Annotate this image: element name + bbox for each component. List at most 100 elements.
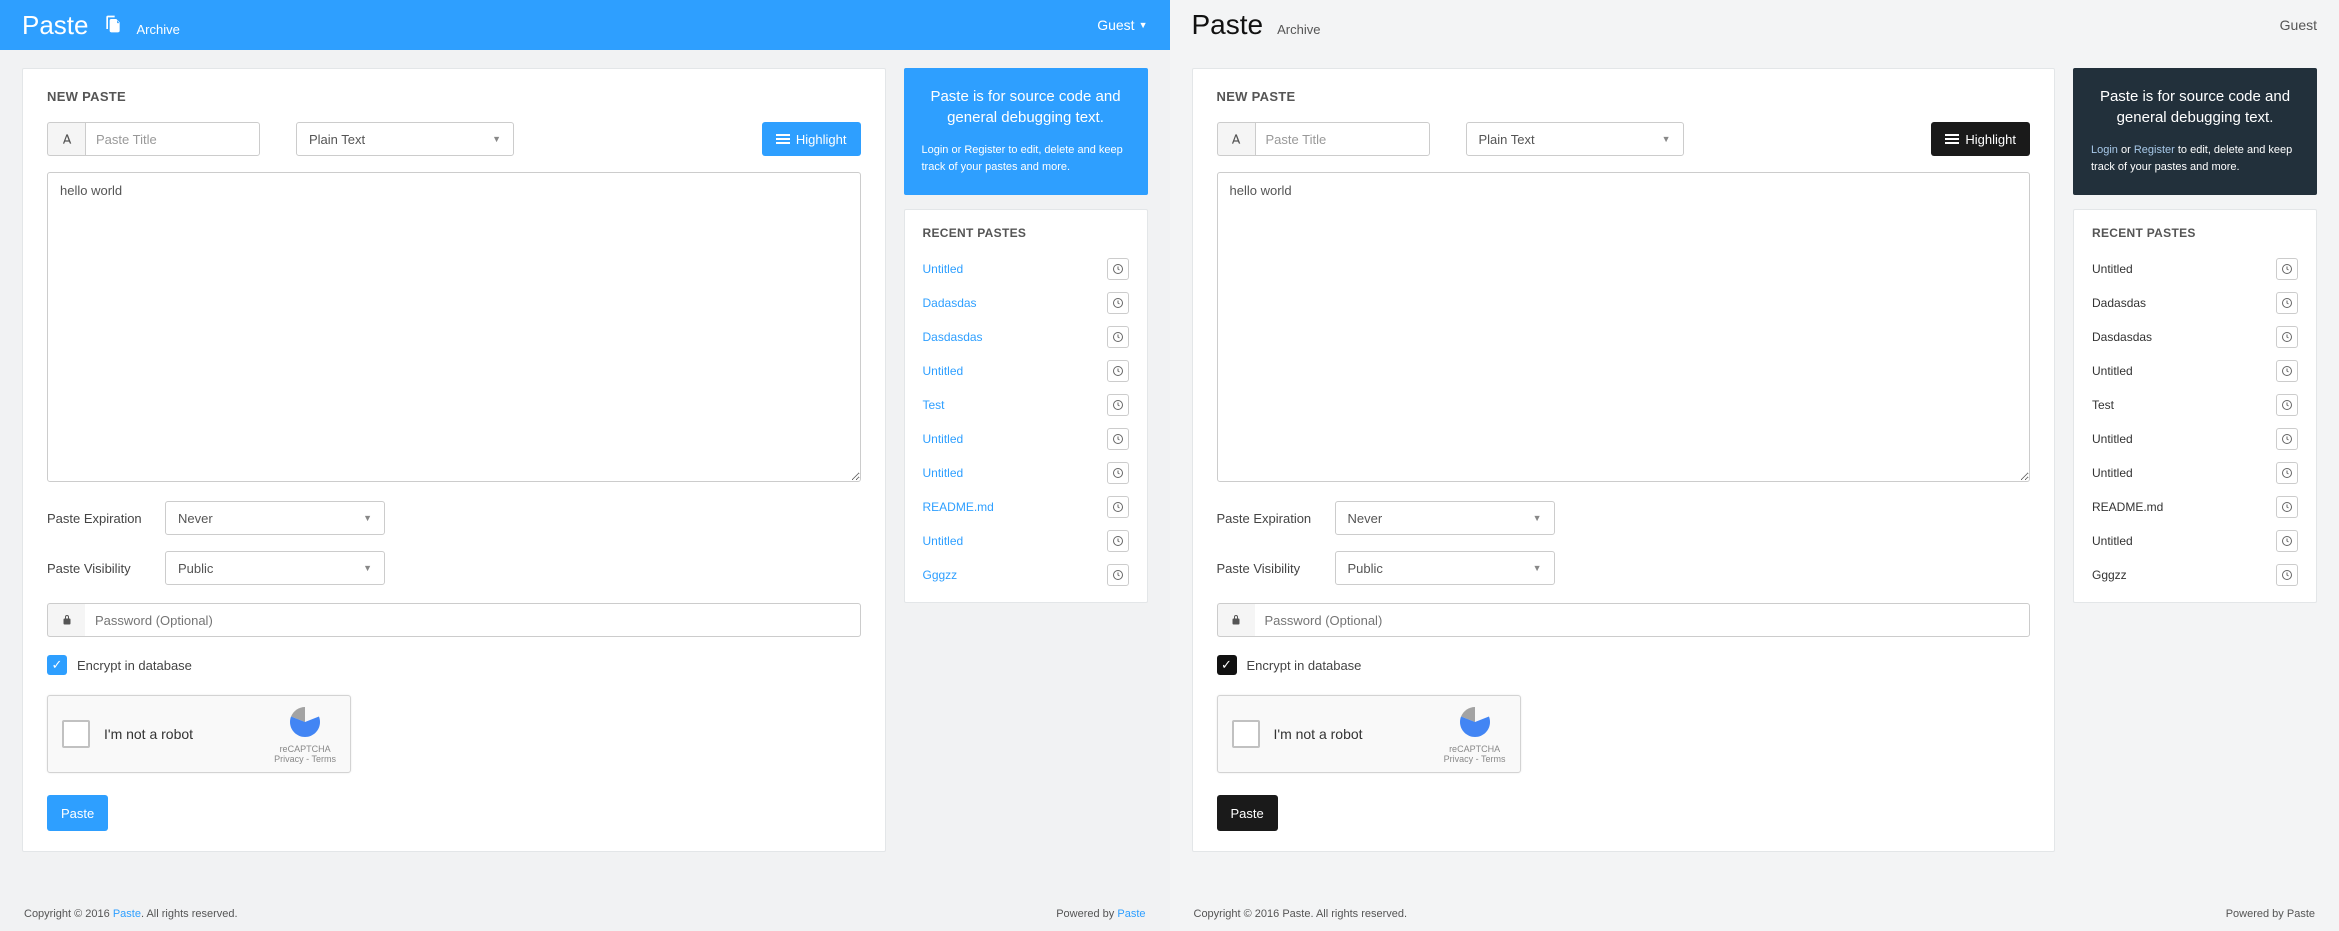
recent-time-button[interactable] (2276, 530, 2298, 552)
syntax-select[interactable]: Plain Text ▼ (296, 122, 514, 156)
submit-paste-button[interactable]: Paste (1217, 795, 1278, 831)
recent-time-button[interactable] (2276, 394, 2298, 416)
password-input[interactable] (85, 603, 861, 637)
guest-label: Guest (1097, 17, 1134, 33)
recent-link[interactable]: README.md (2092, 500, 2163, 514)
recent-time-button[interactable] (1107, 258, 1129, 280)
brand[interactable]: Paste (1192, 9, 1264, 41)
visibility-value: Public (178, 561, 213, 576)
paste-content-textarea[interactable] (47, 172, 861, 482)
recent-item: Untitled (2092, 456, 2298, 490)
register-link[interactable]: Register (2134, 144, 2175, 156)
nav-archive[interactable]: Archive (137, 22, 180, 37)
recent-link[interactable]: Untitled (923, 466, 964, 480)
recent-time-button[interactable] (2276, 564, 2298, 586)
highlight-button[interactable]: Highlight (762, 122, 861, 156)
clock-icon (1112, 399, 1124, 411)
nav-archive[interactable]: Archive (1277, 22, 1320, 37)
clock-icon (1112, 433, 1124, 445)
clock-icon (2281, 331, 2293, 343)
clock-icon (2281, 535, 2293, 547)
recent-time-button[interactable] (2276, 496, 2298, 518)
recent-time-button[interactable] (1107, 564, 1129, 586)
footer-brand-link[interactable]: Paste (113, 908, 141, 920)
recent-link[interactable]: Untitled (923, 432, 964, 446)
recent-link[interactable]: Dadasdas (2092, 296, 2146, 310)
password-input[interactable] (1255, 603, 2031, 637)
recent-time-button[interactable] (1107, 292, 1129, 314)
recent-time-button[interactable] (2276, 326, 2298, 348)
recent-time-button[interactable] (2276, 360, 2298, 382)
paste-title-input[interactable] (85, 122, 260, 156)
visibility-select[interactable]: Public ▼ (165, 551, 385, 585)
syntax-select[interactable]: Plain Text ▼ (1466, 122, 1684, 156)
chevron-down-icon: ▼ (1662, 134, 1671, 144)
highlight-label: Highlight (796, 132, 847, 147)
recent-link[interactable]: Untitled (923, 534, 964, 548)
expiration-select[interactable]: Never ▼ (165, 501, 385, 535)
syntax-selected: Plain Text (309, 132, 365, 147)
clock-icon (2281, 297, 2293, 309)
paste-title-input[interactable] (1255, 122, 1430, 156)
clock-icon (2281, 467, 2293, 479)
recent-item: Test (2092, 388, 2298, 422)
recent-link[interactable]: Untitled (2092, 432, 2133, 446)
recaptcha-checkbox[interactable] (1232, 720, 1260, 748)
recent-time-button[interactable] (1107, 496, 1129, 518)
recent-time-button[interactable] (1107, 326, 1129, 348)
nav-guest-dropdown[interactable]: Guest ▼ (1097, 17, 1147, 33)
recent-time-button[interactable] (1107, 360, 1129, 382)
highlight-button[interactable]: Highlight (1931, 122, 2030, 156)
recent-link[interactable]: Gggzz (2092, 568, 2127, 582)
visibility-select[interactable]: Public ▼ (1335, 551, 1555, 585)
recent-link[interactable]: Untitled (923, 262, 964, 276)
recent-link[interactable]: Gggzz (923, 568, 958, 582)
recent-link[interactable]: Dasdasdas (2092, 330, 2152, 344)
recent-time-button[interactable] (2276, 292, 2298, 314)
recent-link[interactable]: Test (923, 398, 945, 412)
card-title: NEW PASTE (47, 89, 861, 104)
recent-link[interactable]: README.md (923, 500, 994, 514)
submit-paste-button[interactable]: Paste (47, 795, 108, 831)
recent-time-button[interactable] (2276, 428, 2298, 450)
navbar-right: Paste Archive Guest (1170, 0, 2339, 50)
new-paste-card: NEW PASTE Plain Text ▼ Highlight (22, 68, 886, 852)
recent-time-button[interactable] (1107, 394, 1129, 416)
paste-content-textarea[interactable] (1217, 172, 2031, 482)
recent-time-button[interactable] (1107, 530, 1129, 552)
recent-link[interactable]: Untitled (923, 364, 964, 378)
expiration-select[interactable]: Never ▼ (1335, 501, 1555, 535)
info-subtitle: Login or Register to edit, delete and ke… (922, 142, 1130, 175)
recent-time-button[interactable] (2276, 462, 2298, 484)
recent-time-button[interactable] (1107, 462, 1129, 484)
encrypt-label: Encrypt in database (77, 658, 192, 673)
recent-link[interactable]: Test (2092, 398, 2114, 412)
register-link[interactable]: Register (964, 144, 1005, 156)
clock-icon (1112, 331, 1124, 343)
recent-time-button[interactable] (2276, 258, 2298, 280)
recent-link[interactable]: Untitled (2092, 262, 2133, 276)
recent-item: Dasdasdas (923, 320, 1129, 354)
visibility-label: Paste Visibility (47, 561, 151, 576)
recent-link[interactable]: Dasdasdas (923, 330, 983, 344)
recaptcha-checkbox[interactable] (62, 720, 90, 748)
paste-title-group (1217, 122, 1430, 156)
recent-link[interactable]: Untitled (2092, 534, 2133, 548)
brand[interactable]: Paste (22, 10, 89, 41)
highlight-label: Highlight (1965, 132, 2016, 147)
login-link[interactable]: Login (922, 144, 949, 156)
recent-time-button[interactable] (1107, 428, 1129, 450)
encrypt-checkbox[interactable]: ✓ (47, 655, 67, 675)
recent-link[interactable]: Untitled (2092, 466, 2133, 480)
recent-link[interactable]: Untitled (2092, 364, 2133, 378)
recaptcha-widget[interactable]: I'm not a robot reCAPTCHA Privacy - Term… (1217, 695, 1521, 773)
recaptcha-widget[interactable]: I'm not a robot reCAPTCHA Privacy - Term… (47, 695, 351, 773)
card-title: NEW PASTE (1217, 89, 2031, 104)
encrypt-label: Encrypt in database (1247, 658, 1362, 673)
encrypt-checkbox[interactable]: ✓ (1217, 655, 1237, 675)
recent-item: Gggzz (923, 558, 1129, 592)
recent-link[interactable]: Dadasdas (923, 296, 977, 310)
login-link[interactable]: Login (2091, 144, 2118, 156)
nav-guest-dropdown[interactable]: Guest (2280, 17, 2317, 33)
footer-powered-link[interactable]: Paste (1117, 908, 1145, 920)
